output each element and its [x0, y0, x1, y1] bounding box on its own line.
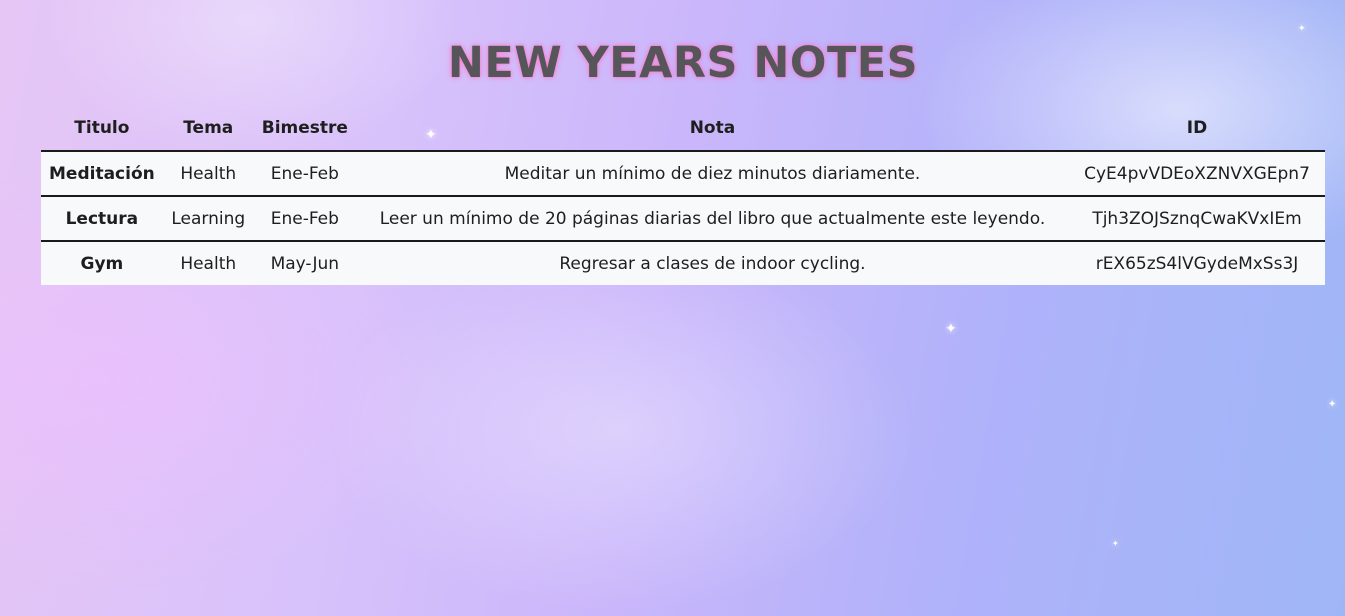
cell-titulo: Meditación [41, 151, 163, 197]
cell-id: Tjh3ZOJSznqCwaKVxIEm [1069, 196, 1325, 242]
table-row: Gym Health May-Jun Regresar a clases de … [41, 241, 1325, 285]
sparkle-icon: ✦ [1298, 24, 1306, 34]
cell-bimestre: Ene-Feb [253, 196, 356, 242]
table-row: Meditación Health Ene-Feb Meditar un mín… [41, 151, 1325, 197]
cell-id: rEX65zS4lVGydeMxSs3J [1069, 241, 1325, 285]
sparkle-icon: ✦ [1328, 399, 1337, 410]
table-header-row: Titulo Tema Bimestre Nota ID [41, 105, 1325, 152]
column-header-bimestre: Bimestre [253, 105, 356, 152]
cell-tema: Health [162, 241, 254, 285]
cell-nota: Meditar un mínimo de diez minutos diaria… [355, 151, 1069, 197]
sparkle-icon: ✦ [945, 321, 957, 337]
cell-tema: Learning [162, 196, 254, 242]
column-header-titulo: Titulo [41, 105, 163, 152]
cell-id: CyE4pvVDEoXZNVXGEpn7 [1069, 151, 1325, 197]
column-header-tema: Tema [162, 105, 254, 152]
column-header-nota: Nota [355, 105, 1069, 152]
cell-bimestre: Ene-Feb [253, 151, 356, 197]
table-row: Lectura Learning Ene-Feb Leer un mínimo … [41, 196, 1325, 242]
cell-titulo: Lectura [41, 196, 163, 242]
cell-nota: Regresar a clases de indoor cycling. [355, 241, 1069, 285]
cell-tema: Health [162, 151, 254, 197]
cell-titulo: Gym [41, 241, 163, 285]
sparkle-icon: ✦ [1112, 539, 1119, 548]
cell-bimestre: May-Jun [253, 241, 356, 285]
column-header-id: ID [1069, 105, 1325, 152]
notes-table: Titulo Tema Bimestre Nota ID Meditación … [41, 105, 1325, 285]
cell-nota: Leer un mínimo de 20 páginas diarias del… [355, 196, 1069, 242]
page-title: NEW YEARS NOTES [447, 38, 919, 88]
